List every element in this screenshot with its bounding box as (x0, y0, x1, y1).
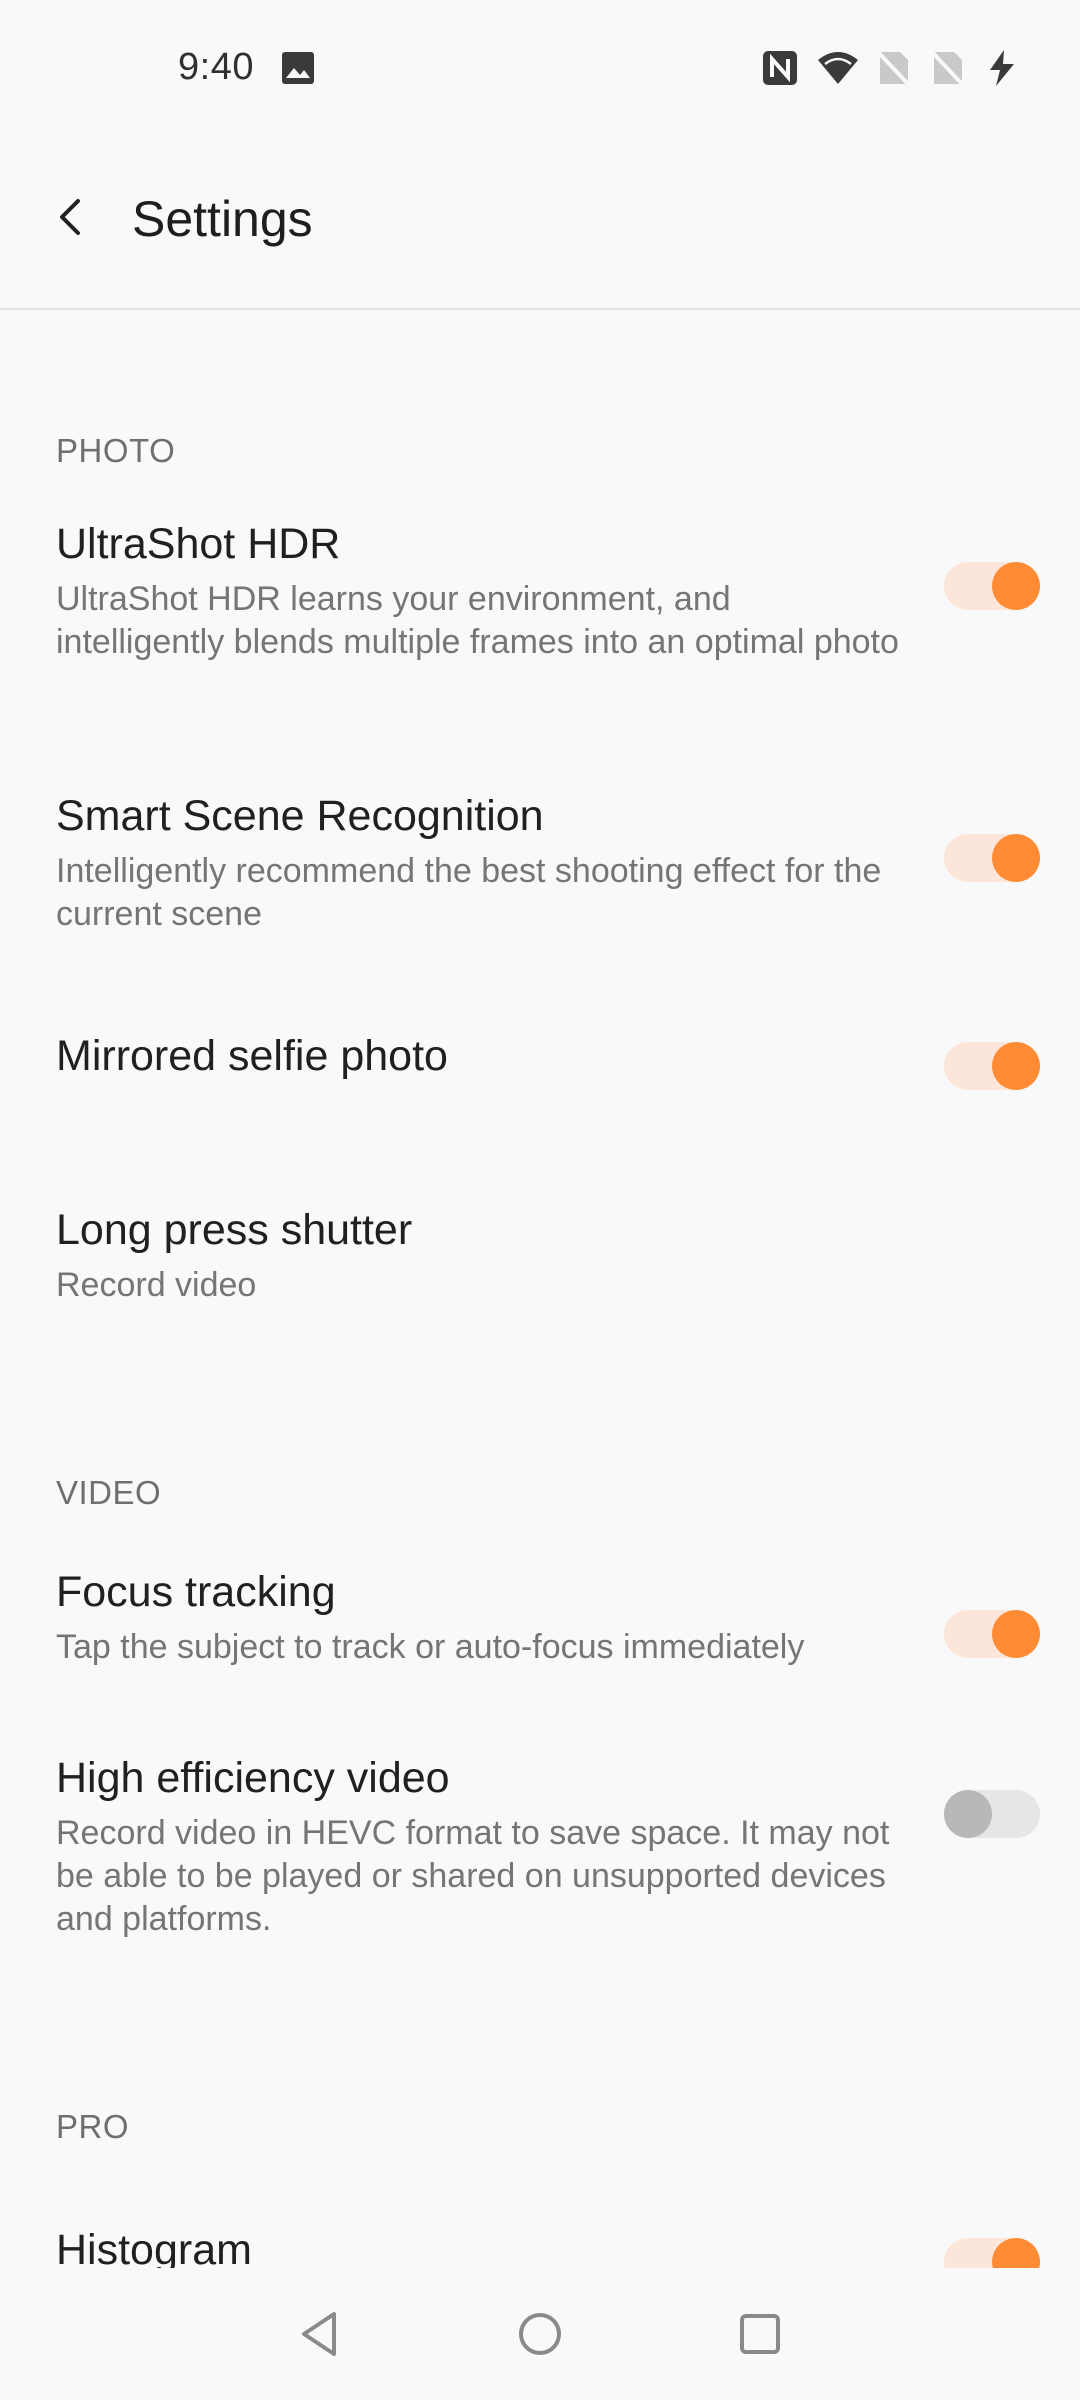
setting-description: Tap the subject to track or auto-focus i… (56, 1628, 805, 1666)
no-sim-icon (874, 48, 914, 88)
setting-focus-tracking[interactable]: Focus tracking Tap the subject to track … (0, 1568, 1080, 1688)
mirrored-selfie-photo-toggle[interactable] (944, 1042, 1042, 1090)
setting-smart-scene-recognition[interactable]: Smart Scene Recognition Intelligently re… (0, 792, 1080, 952)
setting-description: Intelligently recommend the best shootin… (56, 852, 882, 933)
setting-title: Long press shutter (56, 1206, 413, 1254)
nav-recents-button[interactable] (730, 2304, 790, 2364)
setting-title: Mirrored selfie photo (56, 1032, 448, 1080)
page-title: Settings (132, 191, 313, 247)
setting-long-press-shutter[interactable]: Long press shutter Record video (0, 1206, 1080, 1326)
section-header-pro: PRO (56, 2108, 130, 2145)
back-triangle-icon (302, 2312, 336, 2356)
setting-title: Focus tracking (56, 1568, 336, 1616)
setting-ultrashot-hdr[interactable]: UltraShot HDR UltraShot HDR learns your … (0, 520, 1080, 770)
section-header-video: VIDEO (56, 1474, 162, 1511)
setting-title: Smart Scene Recognition (56, 792, 544, 840)
home-circle-icon (519, 2313, 561, 2355)
histogram-toggle[interactable] (944, 2238, 1042, 2268)
image-icon (278, 48, 318, 88)
setting-high-efficiency-video[interactable]: High efficiency video Record video in HE… (0, 1754, 1080, 1974)
section-header-photo: PHOTO (56, 432, 176, 469)
smart-scene-recognition-toggle[interactable] (944, 834, 1042, 882)
status-bar: 9:40 (0, 0, 1080, 140)
setting-description: Record video in HEVC format to save spac… (56, 1814, 890, 1938)
setting-description: UltraShot HDR learns your environment, a… (56, 580, 899, 661)
charging-icon (982, 48, 1022, 88)
setting-title: High efficiency video (56, 1754, 450, 1802)
setting-title: UltraShot HDR (56, 520, 341, 568)
back-arrow-icon (60, 199, 80, 235)
nav-home-button[interactable] (510, 2304, 570, 2364)
focus-tracking-toggle[interactable] (944, 1610, 1042, 1658)
nav-back-button[interactable] (290, 2304, 350, 2364)
setting-description: Record video (56, 1266, 257, 1304)
settings-list[interactable]: PHOTO UltraShot HDR UltraShot HDR learns… (0, 310, 1080, 2268)
navigation-bar (0, 2268, 1080, 2400)
recents-square-icon (740, 2314, 780, 2354)
no-sim-icon (928, 48, 968, 88)
setting-title: Histogram (56, 2226, 252, 2268)
high-efficiency-video-toggle[interactable] (944, 1790, 1042, 1838)
app-bar: Settings (0, 140, 1080, 310)
status-time: 9:40 (178, 46, 254, 88)
setting-histogram[interactable]: Histogram (0, 2226, 1080, 2268)
back-button[interactable] (40, 185, 104, 249)
ultrashot-hdr-toggle[interactable] (944, 562, 1042, 610)
setting-mirrored-selfie-photo[interactable]: Mirrored selfie photo (0, 1012, 1080, 1112)
wifi-icon (816, 48, 860, 88)
nfc-icon (760, 48, 800, 88)
settings-screen: 9:40 Settings PHOTO UltraShot HDR UltraS… (0, 0, 1080, 2400)
